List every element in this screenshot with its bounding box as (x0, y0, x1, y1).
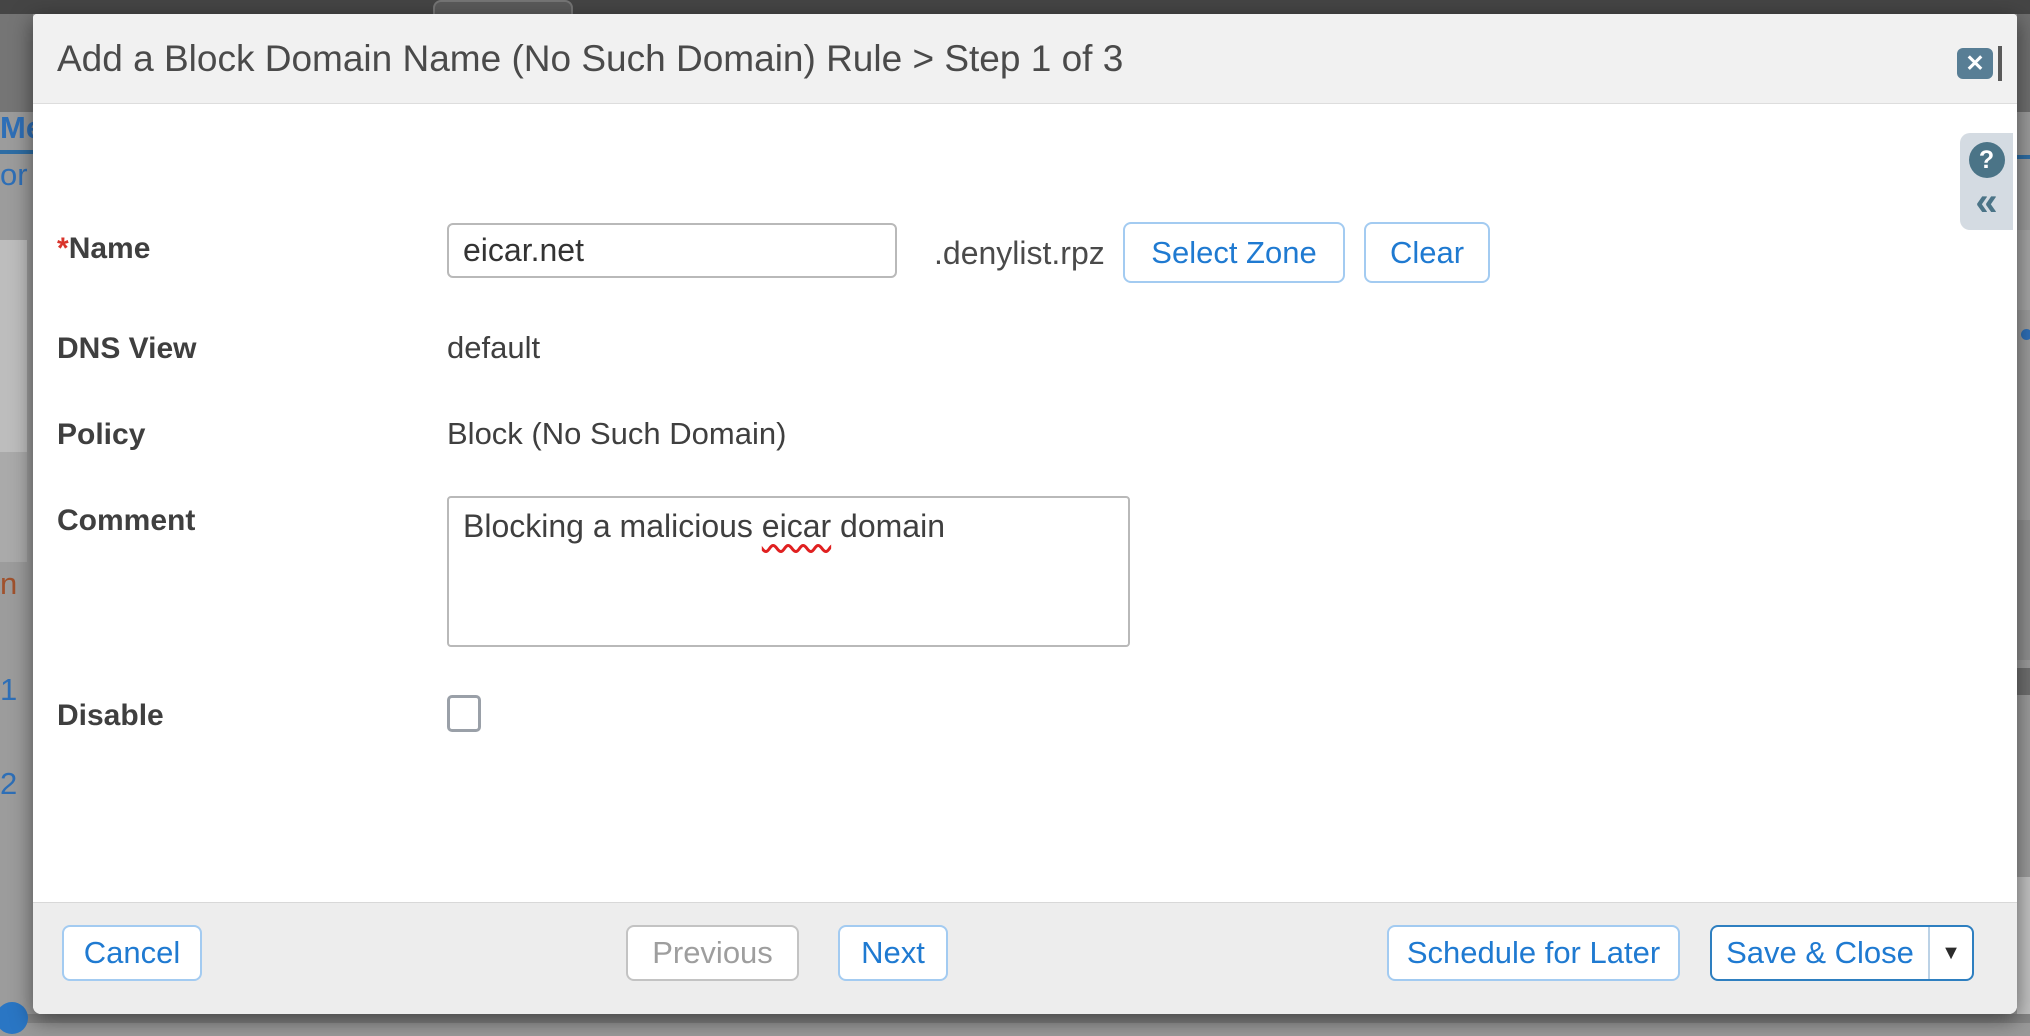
previous-button[interactable]: Previous (626, 925, 799, 981)
page-overlay-top (0, 0, 2030, 14)
next-button[interactable]: Next (838, 925, 948, 981)
dialog-titlebar: Add a Block Domain Name (No Such Domain)… (33, 14, 2017, 104)
background-row-band (2017, 668, 2030, 695)
dns-view-label: DNS View (57, 332, 197, 366)
clear-button[interactable]: Clear (1364, 222, 1490, 283)
add-rule-dialog: Add a Block Domain Name (No Such Domain)… (33, 14, 2017, 1014)
background-bottom-strip (0, 1023, 2030, 1036)
background-row-band (2017, 520, 2030, 660)
background-text-fragment: 1 (0, 672, 27, 708)
background-text-fragment: or (0, 157, 33, 193)
comment-label: Comment (57, 504, 195, 538)
policy-label: Policy (57, 418, 145, 452)
comment-text: Blocking a malicious (463, 508, 762, 544)
save-dropdown-icon[interactable]: ▼ (1930, 942, 1972, 965)
comment-text: domain (831, 508, 945, 544)
help-side-tab: ? « (1960, 133, 2013, 230)
titlebar-divider (1998, 46, 2002, 81)
schedule-for-later-button[interactable]: Schedule for Later (1387, 925, 1680, 981)
dns-view-value: default (447, 330, 540, 366)
background-blue-dot (2021, 329, 2030, 340)
dialog-title: Add a Block Domain Name (No Such Domain)… (57, 38, 1123, 80)
policy-value: Block (No Such Domain) (447, 416, 786, 452)
background-right-dark (2017, 14, 2030, 112)
comment-misspelled-word: eicar (762, 508, 831, 544)
select-zone-button[interactable]: Select Zone (1123, 222, 1345, 283)
background-text-fragment: 2 (0, 766, 27, 802)
disable-label: Disable (57, 699, 164, 733)
background-panel (0, 452, 27, 562)
save-and-close-button[interactable]: Save & Close ▼ (1710, 925, 1974, 981)
background-panel (0, 240, 27, 452)
background-blue-line (2017, 155, 2030, 159)
background-tab-underline (0, 150, 33, 154)
disable-checkbox[interactable] (447, 695, 481, 732)
background-row-band (2017, 877, 2030, 1014)
save-and-close-label[interactable]: Save & Close (1712, 935, 1928, 971)
background-row-band (2017, 230, 2030, 310)
cancel-button[interactable]: Cancel (62, 925, 202, 981)
name-input[interactable] (447, 223, 897, 278)
close-icon[interactable]: ✕ (1957, 48, 1993, 79)
background-text-fragment: Me (0, 110, 33, 146)
required-marker: * (57, 232, 69, 265)
name-label: *Name (57, 232, 150, 266)
collapse-panel-icon[interactable]: « (1975, 182, 1997, 222)
background-text-fragment: n (0, 566, 27, 602)
help-icon[interactable]: ? (1969, 142, 2005, 178)
dialog-footer: Cancel Previous Next Schedule for Later … (33, 902, 2017, 1014)
zone-suffix-label: .denylist.rpz (934, 235, 1105, 272)
background-left-dark (0, 14, 33, 112)
comment-textarea[interactable]: Blocking a malicious eicar domain (447, 496, 1130, 647)
background-bottom-strip (0, 1014, 2030, 1023)
